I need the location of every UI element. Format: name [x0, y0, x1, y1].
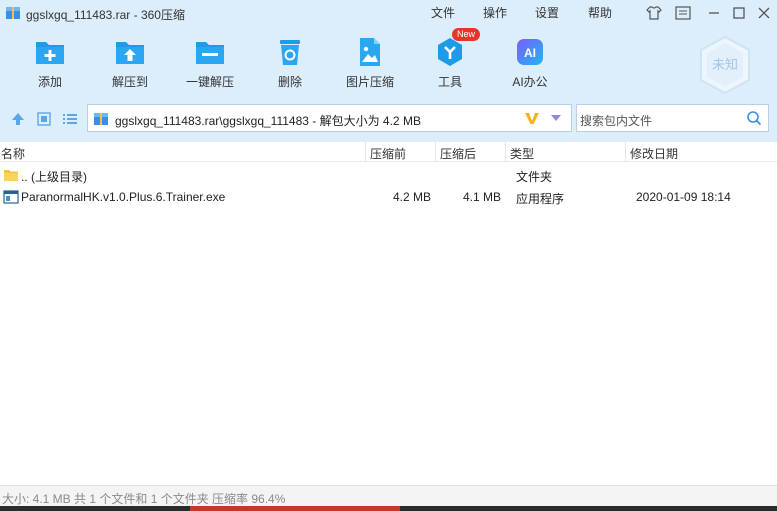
- column-divider[interactable]: [505, 142, 506, 162]
- column-divider[interactable]: [365, 142, 366, 162]
- file-name: .. (上级目录): [21, 170, 87, 184]
- delete-button[interactable]: 删除: [254, 35, 326, 90]
- file-list-header: 名称 压缩前 压缩后 类型 修改日期: [0, 142, 777, 162]
- column-modified[interactable]: 修改日期: [630, 145, 678, 162]
- status-text: 大小: 4.1 MB 共 1 个文件和 1 个文件夹 压缩率 96.4%: [2, 492, 286, 506]
- delete-label: 删除: [277, 75, 302, 89]
- list-view-icon[interactable]: [62, 111, 78, 127]
- column-divider[interactable]: [625, 142, 626, 162]
- maximize-icon[interactable]: [730, 4, 748, 22]
- one-click-extract-button[interactable]: 一键解压: [174, 35, 246, 90]
- navigation-bar: ggslxgq_111483.rar\ggslxgq_111483 - 解包大小…: [0, 98, 777, 142]
- taskbar-edge: [0, 506, 777, 511]
- avatar-label: 未知: [712, 57, 738, 73]
- minimize-icon[interactable]: [705, 4, 723, 22]
- svg-text:AI: AI: [524, 46, 536, 60]
- close-icon[interactable]: [755, 4, 773, 22]
- column-packed[interactable]: 压缩前: [370, 145, 406, 162]
- column-type[interactable]: 类型: [510, 145, 534, 162]
- menu-operate[interactable]: 操作: [483, 4, 507, 21]
- new-badge: New: [452, 28, 481, 41]
- one-click-extract-icon: [196, 42, 224, 64]
- file-type: 文件夹: [516, 170, 553, 184]
- file-row-exe[interactable]: ParanormalHK.v1.0.Plus.6.Trainer.exe 4.2…: [0, 186, 777, 208]
- image-compress-icon: [360, 38, 380, 66]
- menu-help[interactable]: 帮助: [588, 4, 612, 21]
- search-box[interactable]: 搜索包内文件: [576, 104, 769, 132]
- application-icon: [3, 190, 19, 204]
- search-icon[interactable]: [746, 110, 762, 126]
- window-title: ggslxgq_111483.rar - 360压缩: [26, 8, 185, 22]
- folder-icon: [4, 170, 18, 181]
- search-input[interactable]: 搜索包内文件: [580, 112, 652, 129]
- menu-icon[interactable]: [674, 4, 692, 22]
- toolbar: 添加 解压到 一键解压 删除 图片压缩 工具 AI AI办公 New 未知: [0, 27, 777, 98]
- file-size: 4.1 MB: [463, 190, 502, 204]
- ai-office-button[interactable]: AI AI办公: [494, 35, 566, 90]
- title-bar: ggslxgq_111483.rar - 360压缩 文件 操作 设置 帮助: [0, 0, 777, 27]
- menu-file[interactable]: 文件: [431, 4, 455, 21]
- verified-v-icon[interactable]: [524, 110, 540, 126]
- taskbar-highlight: [190, 506, 400, 511]
- status-bar: 大小: 4.1 MB 共 1 个文件和 1 个文件夹 压缩率 96.4%: [0, 485, 777, 506]
- image-compress-button[interactable]: 图片压缩: [334, 35, 406, 90]
- skin-icon[interactable]: [645, 4, 663, 22]
- thumbnail-view-icon[interactable]: [36, 111, 52, 127]
- column-name[interactable]: 名称: [1, 145, 25, 162]
- extract-to-label: 解压到: [111, 75, 148, 89]
- extract-to-button[interactable]: 解压到: [94, 35, 166, 90]
- column-size[interactable]: 压缩后: [440, 145, 476, 162]
- up-level-icon[interactable]: [10, 111, 26, 127]
- ai-office-icon: AI: [517, 39, 543, 65]
- file-packed-size: 4.2 MB: [393, 190, 432, 204]
- add-button[interactable]: 添加: [14, 35, 86, 90]
- one-click-extract-label: 一键解压: [185, 75, 234, 89]
- address-bar[interactable]: ggslxgq_111483.rar\ggslxgq_111483 - 解包大小…: [87, 104, 572, 132]
- column-divider[interactable]: [435, 142, 436, 162]
- avatar-badge[interactable]: 未知: [693, 35, 757, 95]
- address-path: ggslxgq_111483.rar\ggslxgq_111483 - 解包大小…: [115, 114, 421, 128]
- image-compress-label: 图片压缩: [345, 75, 394, 89]
- file-row-parent-dir[interactable]: .. (上级目录) 文件夹: [0, 164, 777, 186]
- file-name: ParanormalHK.v1.0.Plus.6.Trainer.exe: [21, 190, 226, 204]
- ai-office-label: AI办公: [512, 75, 548, 89]
- chevron-down-icon[interactable]: [550, 114, 562, 122]
- extract-to-icon: [116, 42, 144, 64]
- add-label: 添加: [37, 75, 62, 89]
- file-type: 应用程序: [516, 192, 565, 206]
- file-modified: 2020-01-09 18:14: [636, 190, 731, 204]
- archive-app-icon: [6, 7, 20, 19]
- tools-button[interactable]: 工具: [414, 35, 486, 90]
- menu-settings[interactable]: 设置: [535, 4, 559, 21]
- archive-file-icon: [94, 113, 108, 125]
- add-archive-icon: [36, 42, 64, 64]
- tools-label: 工具: [437, 75, 462, 89]
- delete-icon: [280, 40, 300, 65]
